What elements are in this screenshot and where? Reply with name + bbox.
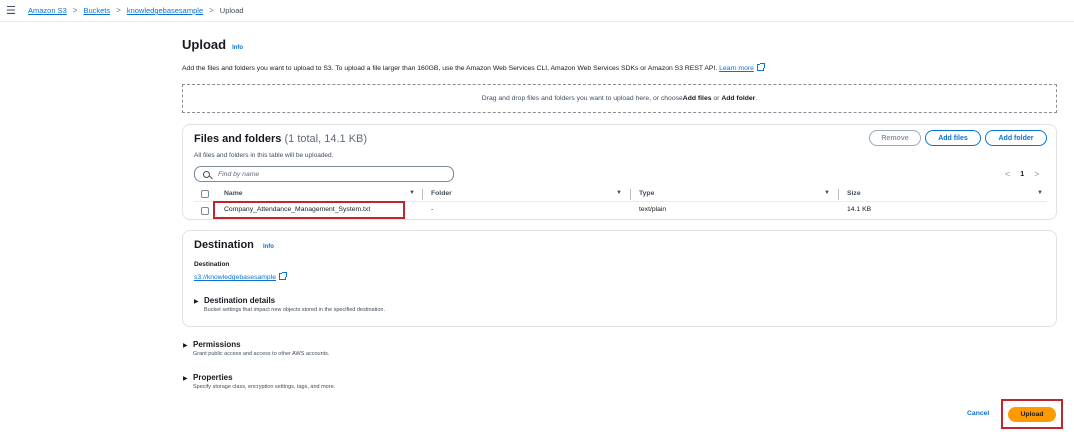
page-title: Upload	[182, 37, 227, 52]
add-folder-button[interactable]: Add folder	[985, 130, 1047, 146]
remove-button[interactable]: Remove	[869, 130, 921, 146]
file-folder: -	[431, 206, 434, 213]
table-row[interactable]: Company_Attendance_Management_System.txt…	[194, 201, 1047, 219]
select-all-checkbox[interactable]	[201, 190, 209, 198]
column-header-size[interactable]: Size	[847, 190, 861, 197]
file-type: text/plain	[639, 206, 667, 213]
search-input[interactable]	[218, 170, 418, 178]
pagination: < 1 >	[1005, 169, 1039, 179]
current-page[interactable]: 1	[1020, 171, 1024, 178]
sort-caret-icon[interactable]: ▼	[1037, 190, 1043, 196]
destination-title-text: Destination	[194, 239, 254, 251]
upload-highlight-box	[1001, 399, 1063, 429]
files-and-folders-panel: Files and folders (1 total, 14.1 KB) All…	[182, 124, 1057, 220]
add-files-button[interactable]: Add files	[925, 130, 981, 146]
page-header: Upload Info	[182, 37, 243, 52]
chevron-right-icon[interactable]: >	[1034, 169, 1039, 179]
dropzone-or-text: or	[711, 95, 722, 102]
breadcrumb-buckets[interactable]: Buckets	[83, 6, 110, 15]
chevron-right-icon: >	[72, 6, 78, 15]
destination-panel: Destination Info Destination s3://knowle…	[182, 230, 1057, 327]
external-link-icon	[279, 272, 287, 280]
file-size: 14.1 KB	[847, 206, 872, 213]
properties-toggle[interactable]: Properties	[193, 373, 233, 382]
learn-more-link[interactable]: Learn more	[719, 65, 754, 72]
column-divider[interactable]	[630, 189, 631, 200]
info-link[interactable]: Info	[232, 45, 243, 51]
sort-caret-icon[interactable]: ▼	[409, 190, 415, 196]
breadcrumb-current: Upload	[219, 6, 244, 15]
table-header: Name ▼ Folder ▼ Type ▼ Size ▼	[194, 187, 1047, 202]
sort-caret-icon[interactable]: ▼	[616, 190, 622, 196]
files-panel-title: Files and folders (1 total, 14.1 KB)	[194, 133, 367, 145]
search-box[interactable]	[194, 166, 454, 182]
files-count: (1 total, 14.1 KB)	[284, 133, 368, 145]
sort-caret-icon[interactable]: ▼	[824, 190, 830, 196]
top-navigation-bar: ☰ Amazon S3 > Buckets > knowledgebasesam…	[0, 0, 1074, 22]
destination-info-link[interactable]: Info	[263, 244, 274, 250]
files-panel-title-text: Files and folders	[194, 133, 282, 145]
caret-right-icon[interactable]: ▶	[194, 298, 199, 305]
destination-label: Destination	[194, 261, 230, 268]
chevron-right-icon: >	[116, 6, 121, 15]
page-description: Add the files and folders you want to up…	[182, 63, 765, 72]
caret-right-icon[interactable]: ▶	[183, 375, 188, 382]
cancel-button[interactable]: Cancel	[967, 410, 989, 417]
dropzone-end-text: .	[755, 95, 758, 102]
permissions-desc: Grant public access and access to other …	[193, 351, 330, 357]
dropzone-text: Drag and drop files and folders you want…	[481, 95, 683, 102]
breadcrumb-amazon-s3[interactable]: Amazon S3	[28, 6, 67, 15]
files-panel-subtitle: All files and folders in this table will…	[194, 152, 334, 159]
column-divider[interactable]	[422, 189, 423, 200]
chevron-left-icon[interactable]: <	[1005, 169, 1010, 179]
row-checkbox[interactable]	[201, 207, 209, 215]
upload-dropzone[interactable]: Drag and drop files and folders you want…	[182, 84, 1057, 113]
dropzone-add-folder-text: Add folder	[721, 95, 756, 102]
column-divider[interactable]	[838, 189, 839, 200]
external-link-icon	[756, 63, 765, 71]
chevron-right-icon: >	[209, 6, 214, 15]
destination-title: Destination Info	[194, 239, 274, 251]
destination-details-toggle[interactable]: Destination details	[204, 296, 275, 305]
properties-desc: Specify storage class, encryption settin…	[193, 384, 336, 390]
menu-icon[interactable]: ☰	[6, 4, 16, 17]
breadcrumb-bucket-name[interactable]: knowledgebasesample	[127, 6, 203, 15]
column-header-folder[interactable]: Folder	[431, 190, 452, 197]
caret-right-icon[interactable]: ▶	[183, 342, 188, 349]
dropzone-add-files-text: Add files	[682, 95, 712, 102]
destination-link-text[interactable]: s3://knowledgebasesample	[194, 274, 276, 281]
column-header-type[interactable]: Type	[639, 190, 654, 197]
description-text: Add the files and folders you want to up…	[182, 65, 718, 72]
permissions-toggle[interactable]: Permissions	[193, 340, 241, 349]
column-header-name[interactable]: Name	[224, 190, 243, 197]
search-icon	[203, 170, 210, 178]
destination-details-desc: Bucket settings that impact new objects …	[204, 307, 385, 313]
file-highlight-box	[213, 201, 405, 219]
destination-link[interactable]: s3://knowledgebasesample	[194, 272, 287, 281]
